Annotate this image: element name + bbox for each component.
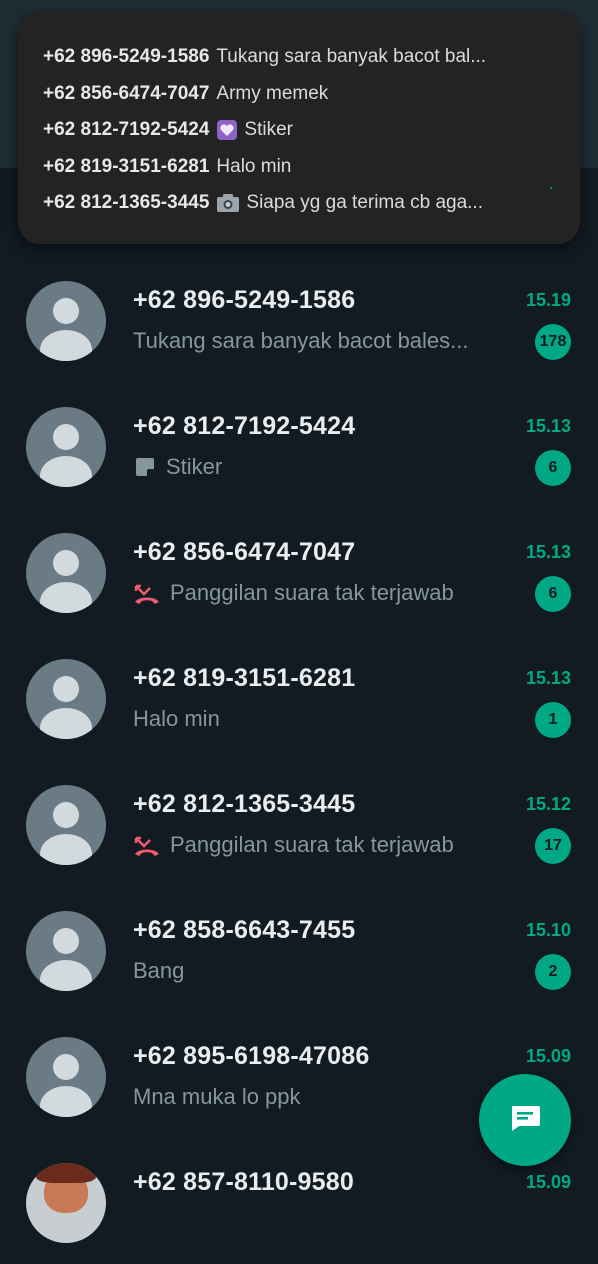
notification-line[interactable]: +62 896-5249-1586 Tukang sara banyak bac… [43, 39, 553, 76]
missed-call-icon [133, 833, 161, 857]
chat-time: 15.13 [525, 542, 571, 562]
chat-row[interactable]: +62 896-5249-1586 15.19 Tukang sara bany… [0, 256, 598, 382]
chat-preview-text: Tukang sara banyak bacot bales... [133, 328, 469, 353]
notification-message: Siapa yg ga terima cb aga... [246, 192, 483, 214]
new-chat-button[interactable] [479, 1074, 571, 1166]
chat-row[interactable]: +62 858-6643-7455 15.10 Bang 2 [0, 886, 598, 1012]
chat-preview: Bang [133, 958, 505, 984]
chat-row[interactable]: +62 812-7192-5424 15.13 Stiker 6 [0, 382, 598, 508]
chat-preview: Halo min [133, 706, 505, 732]
chat-name: +62 858-6643-7455 [133, 916, 356, 944]
chat-name: +62 819-3151-6281 [133, 664, 356, 692]
chat-time: 15.09 [525, 1172, 571, 1192]
chat-preview-text: Stiker [166, 454, 223, 479]
chat-time: 15.10 [525, 920, 571, 940]
notification-indicator [550, 187, 552, 189]
chat-name: +62 895-6198-47086 [133, 1042, 370, 1070]
unread-badge: 17 [535, 828, 571, 864]
default-avatar-icon[interactable] [26, 281, 106, 361]
unread-badge: 6 [535, 450, 571, 486]
chat-name: +62 896-5249-1586 [133, 286, 356, 314]
notification-sender: +62 856-6474-7047 [43, 82, 210, 104]
default-avatar-icon[interactable] [26, 533, 106, 613]
purple-heart-icon [216, 119, 238, 141]
default-avatar-icon[interactable] [26, 659, 106, 739]
chat-preview-text: Panggilan suara tak terjawab [170, 832, 454, 857]
notification-popup[interactable]: +62 896-5249-1586 Tukang sara banyak bac… [18, 12, 580, 244]
notification-sender: +62 812-7192-5424 [43, 119, 210, 141]
chat-time: 15.19 [525, 290, 571, 310]
notification-sender: +62 812-1365-3445 [43, 192, 210, 214]
notification-line[interactable]: +62 856-6474-7047 Army memek [43, 76, 553, 113]
notification-line[interactable]: +62 812-1365-3445 Siapa yg ga terima cb … [43, 185, 553, 222]
notification-line[interactable]: +62 819-3151-6281 Halo min [43, 149, 553, 186]
camera-icon [216, 193, 240, 213]
chat-time: 15.13 [525, 416, 571, 436]
default-avatar-icon[interactable] [26, 785, 106, 865]
sticker-icon [133, 455, 157, 479]
notification-message: Tukang sara banyak bacot bal... [216, 46, 487, 68]
chat-preview: Panggilan suara tak terjawab [133, 580, 505, 606]
chat-time: 15.13 [525, 668, 571, 688]
unread-badge: 2 [535, 954, 571, 990]
chat-time: 15.12 [525, 794, 571, 814]
chat-preview: Mna muka lo ppk [133, 1084, 505, 1110]
chat-row[interactable]: +62 812-1365-3445 15.12 Panggilan suara … [0, 760, 598, 886]
notification-sender: +62 896-5249-1586 [43, 46, 210, 68]
unread-badge: 178 [535, 324, 571, 360]
notification-message: Army memek [216, 82, 329, 104]
missed-call-icon [133, 581, 161, 605]
chat-preview-text: Panggilan suara tak terjawab [170, 580, 454, 605]
notification-message: Stiker [244, 119, 293, 141]
chat-name: +62 812-1365-3445 [133, 790, 356, 818]
notification-line[interactable]: +62 812-7192-5424 Stiker [43, 112, 553, 149]
chat-name: +62 857-8110-9580 [133, 1168, 354, 1196]
chat-preview: Panggilan suara tak terjawab [133, 832, 505, 858]
default-avatar-icon[interactable] [26, 407, 106, 487]
chat-preview-text: Bang [133, 958, 185, 983]
default-avatar-icon[interactable] [26, 911, 106, 991]
notification-message: Halo min [216, 155, 292, 177]
default-avatar-icon[interactable] [26, 1037, 106, 1117]
chat-row[interactable]: +62 819-3151-6281 15.13 Halo min 1 [0, 634, 598, 760]
unread-badge: 1 [535, 702, 571, 738]
profile-photo-avatar[interactable] [26, 1163, 106, 1243]
chat-name: +62 812-7192-5424 [133, 412, 356, 440]
chat-preview: Tukang sara banyak bacot bales... [133, 328, 505, 354]
chat-preview-text: Mna muka lo ppk [133, 1084, 301, 1109]
chat-preview-text: Halo min [133, 706, 220, 731]
chat-time: 15.09 [525, 1046, 571, 1066]
unread-badge: 6 [535, 576, 571, 612]
notification-sender: +62 819-3151-6281 [43, 155, 210, 177]
chat-row[interactable]: +62 856-6474-7047 15.13 Panggilan suara … [0, 508, 598, 634]
chat-name: +62 856-6474-7047 [133, 538, 356, 566]
new-chat-icon [508, 1103, 542, 1138]
chat-preview: Stiker [133, 454, 505, 480]
